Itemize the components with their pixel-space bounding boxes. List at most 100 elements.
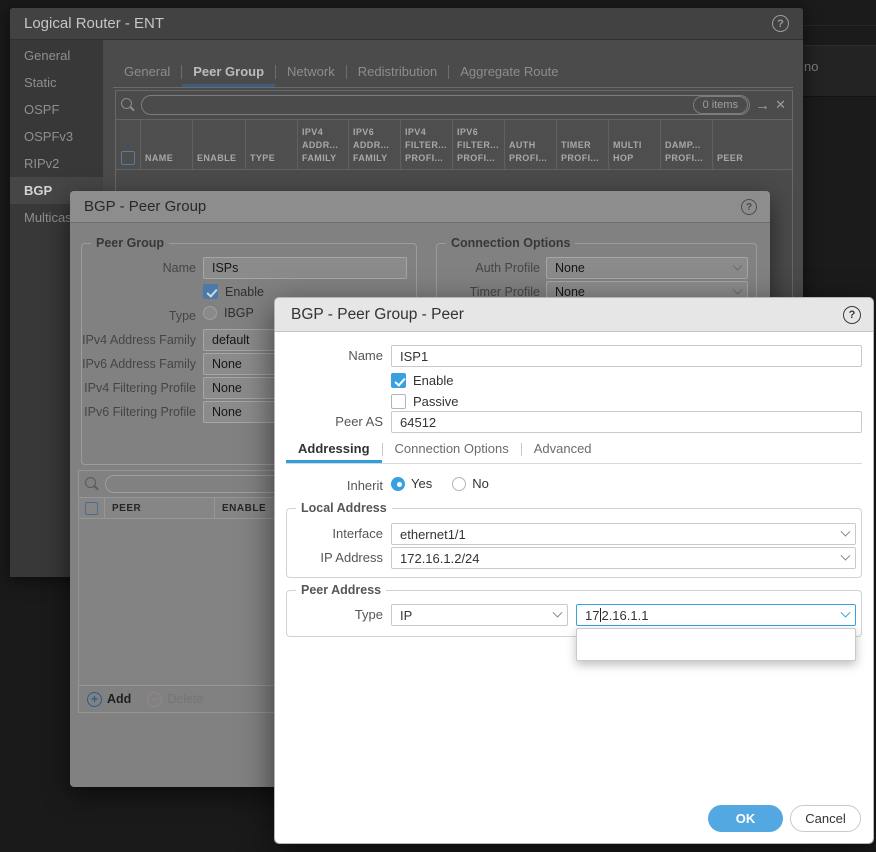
column-header-line: PROFI... (457, 152, 500, 165)
ip-address-select[interactable]: 172.16.1.2/24 (391, 547, 856, 569)
column-header-line: PROFI... (509, 152, 552, 165)
peer-ip-dropdown-panel[interactable] (576, 628, 856, 661)
peer-type-select[interactable]: IP (391, 604, 568, 626)
peer-ip-combobox[interactable]: 172.16.1.1 (576, 604, 856, 626)
help-icon[interactable]: ? (772, 15, 789, 32)
sidebar-item-ospf[interactable]: OSPF (10, 96, 103, 123)
tab-connection-options[interactable]: Connection Options (383, 439, 521, 463)
sidebar-item-ospfv3[interactable]: OSPFv3 (10, 123, 103, 150)
column-header-ipv6-addr-family[interactable]: IPV6ADDR...FAMILY (348, 120, 400, 169)
column-header-line: AUTH (509, 139, 552, 152)
add-label: Add (107, 692, 131, 706)
peer-ip-before-caret: 17 (585, 608, 599, 623)
name-input[interactable]: ISPs (203, 257, 407, 279)
tab-general[interactable]: General (113, 56, 181, 87)
table-header-row: NAME ENABLE TYPE IPV4ADDR...FAMILYIPV6ADDR.… (116, 119, 792, 170)
name-input[interactable]: ISP1 (391, 345, 862, 367)
column-header-line: MULTI (613, 139, 656, 152)
column-header-line: FAMILY (302, 152, 344, 165)
add-button[interactable]: + Add (87, 692, 131, 707)
search-icon (120, 97, 136, 113)
column-header-ipv6-filter-profi[interactable]: IPV6FILTER...PROFI... (452, 120, 504, 169)
peer-type-value: IP (400, 608, 412, 623)
delete-button[interactable]: − Delete (147, 692, 203, 707)
ok-button[interactable]: OK (708, 805, 783, 832)
column-header-line: TYPE (250, 152, 293, 165)
column-header-auth-profi[interactable]: AUTHPROFI... (504, 120, 556, 169)
auth-profile-label: Auth Profile (446, 260, 540, 276)
passive-checkbox[interactable] (391, 394, 406, 409)
column-header-line: FILTER... (405, 139, 448, 152)
logical-router-tabs: GeneralPeer GroupNetworkRedistributionAg… (113, 56, 793, 88)
column-header-type[interactable]: TYPE (245, 120, 297, 169)
background-cell-text: no (804, 59, 818, 74)
enable-checkbox[interactable] (391, 373, 406, 388)
column-header-timer-profi[interactable]: TIMERPROFI... (556, 120, 608, 169)
local-address-legend: Local Address (296, 501, 392, 515)
column-header-peer[interactable]: PEER (712, 120, 794, 169)
tab-redistribution[interactable]: Redistribution (347, 56, 449, 87)
column-header-line: ENABLE (197, 152, 241, 165)
tab-advanced[interactable]: Advanced (522, 439, 604, 463)
column-header-enable[interactable]: ENABLE (192, 120, 245, 169)
select-all-checkbox[interactable] (85, 502, 98, 515)
ip-address-label: IP Address (283, 550, 383, 566)
passive-label: Passive (413, 394, 459, 409)
bgp-peer-group-titlebar: BGP - Peer Group ? (70, 191, 770, 223)
column-header-line: PROFI... (405, 152, 448, 165)
interface-label: Interface (283, 526, 383, 542)
column-header-ipv4-addr-family[interactable]: IPV4ADDR...FAMILY (297, 120, 348, 169)
column-header-line: TIMER (561, 139, 604, 152)
peer-column-header[interactable]: PEER (104, 498, 214, 518)
type-label: Type (283, 607, 383, 623)
clear-filter-icon[interactable]: ✕ (775, 97, 786, 113)
peer-as-input[interactable]: 64512 (391, 411, 862, 433)
type-label: Type (90, 308, 196, 324)
column-header-line: ADDR... (302, 139, 344, 152)
logical-router-title: Logical Router - ENT (24, 15, 164, 32)
search-input[interactable]: 0 items (141, 95, 750, 115)
interface-select[interactable]: ethernet1/1 (391, 523, 856, 545)
enable-checkbox[interactable] (203, 284, 218, 299)
auth-profile-value: None (555, 261, 585, 275)
column-header-line: PROFI... (665, 152, 708, 165)
chevron-down-icon (733, 260, 743, 270)
enable-row: Enable (203, 284, 264, 299)
help-icon[interactable]: ? (741, 199, 757, 215)
column-header-ipv4-filter-profi[interactable]: IPV4FILTER...PROFI... (400, 120, 452, 169)
type-ibgp-radio[interactable] (203, 306, 217, 320)
inherit-yes-label: Yes (411, 476, 432, 491)
column-header-name[interactable]: NAME (140, 120, 192, 169)
sidebar-item-ripv2[interactable]: RIPv2 (10, 150, 103, 177)
select-all-checkbox[interactable] (121, 151, 135, 165)
sidebar-item-static[interactable]: Static (10, 69, 103, 96)
tab-aggregate-route[interactable]: Aggregate Route (449, 56, 569, 87)
ipv6-fp-label: IPv6 Filtering Profile (82, 404, 196, 420)
inherit-yes-radio[interactable] (391, 477, 405, 491)
tab-peer-group[interactable]: Peer Group (182, 56, 275, 87)
inherit-radio-group: Yes No (391, 476, 489, 491)
screen: no Logical Router - ENT ? GeneralStaticO… (0, 0, 876, 852)
chevron-down-icon (733, 284, 743, 294)
chevron-down-icon (553, 607, 563, 617)
inherit-no-radio[interactable] (452, 477, 466, 491)
background-table-cell: no (803, 45, 876, 97)
chevron-down-icon (841, 550, 851, 560)
peer-ip-after-caret: 2.16.1.1 (601, 608, 648, 623)
search-icon (84, 476, 100, 492)
column-header-line: FILTER... (457, 139, 500, 152)
tab-addressing[interactable]: Addressing (286, 439, 382, 463)
tab-network[interactable]: Network (276, 56, 346, 87)
background-divider (803, 25, 876, 26)
column-header-line: DAMP... (665, 139, 708, 152)
auth-profile-select[interactable]: None (546, 257, 748, 279)
interface-value: ethernet1/1 (400, 527, 466, 542)
help-icon[interactable]: ? (843, 306, 861, 324)
peer-ip-value: 172.16.1.1 (585, 608, 648, 623)
column-header-multi-hop[interactable]: MULTIHOP (608, 120, 660, 169)
column-header-line: NAME (145, 152, 188, 165)
sidebar-item-general[interactable]: General (10, 42, 103, 69)
cancel-button[interactable]: Cancel (790, 805, 861, 832)
column-header-damp-profi[interactable]: DAMP...PROFI... (660, 120, 712, 169)
apply-filter-icon[interactable]: → (755, 98, 770, 113)
